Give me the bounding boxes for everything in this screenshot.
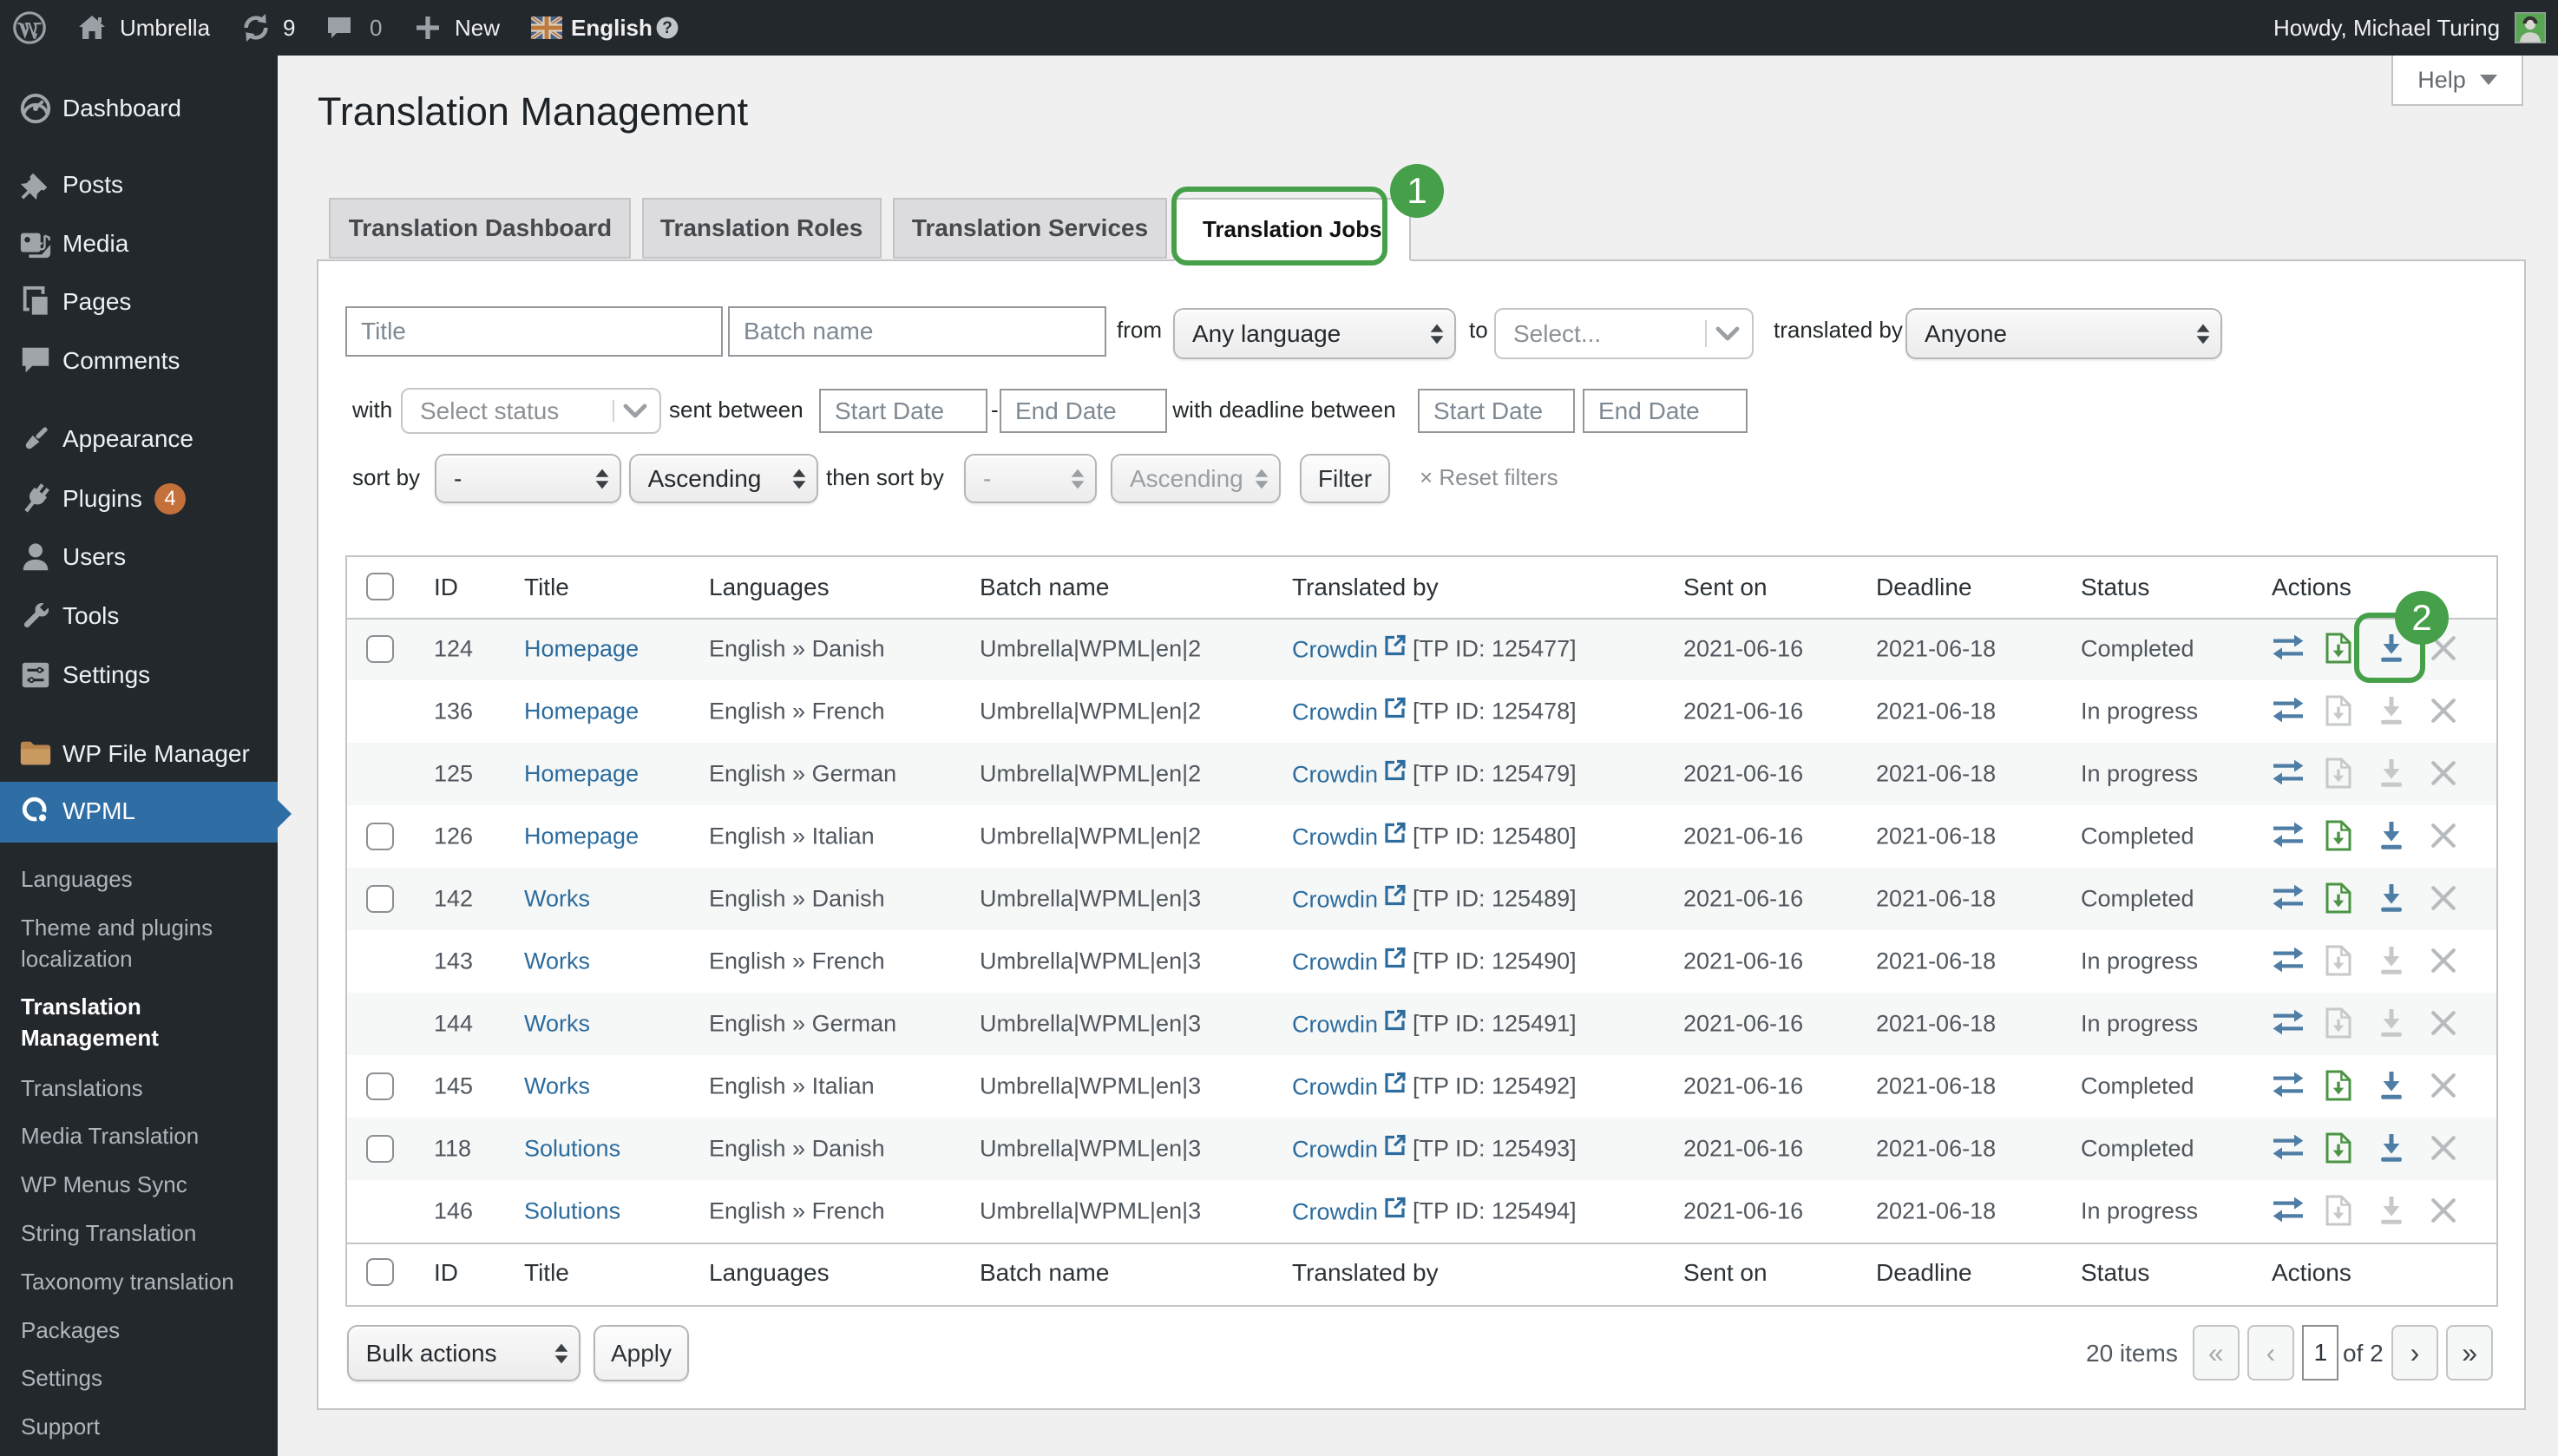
svg-text:?: ?: [662, 19, 672, 37]
